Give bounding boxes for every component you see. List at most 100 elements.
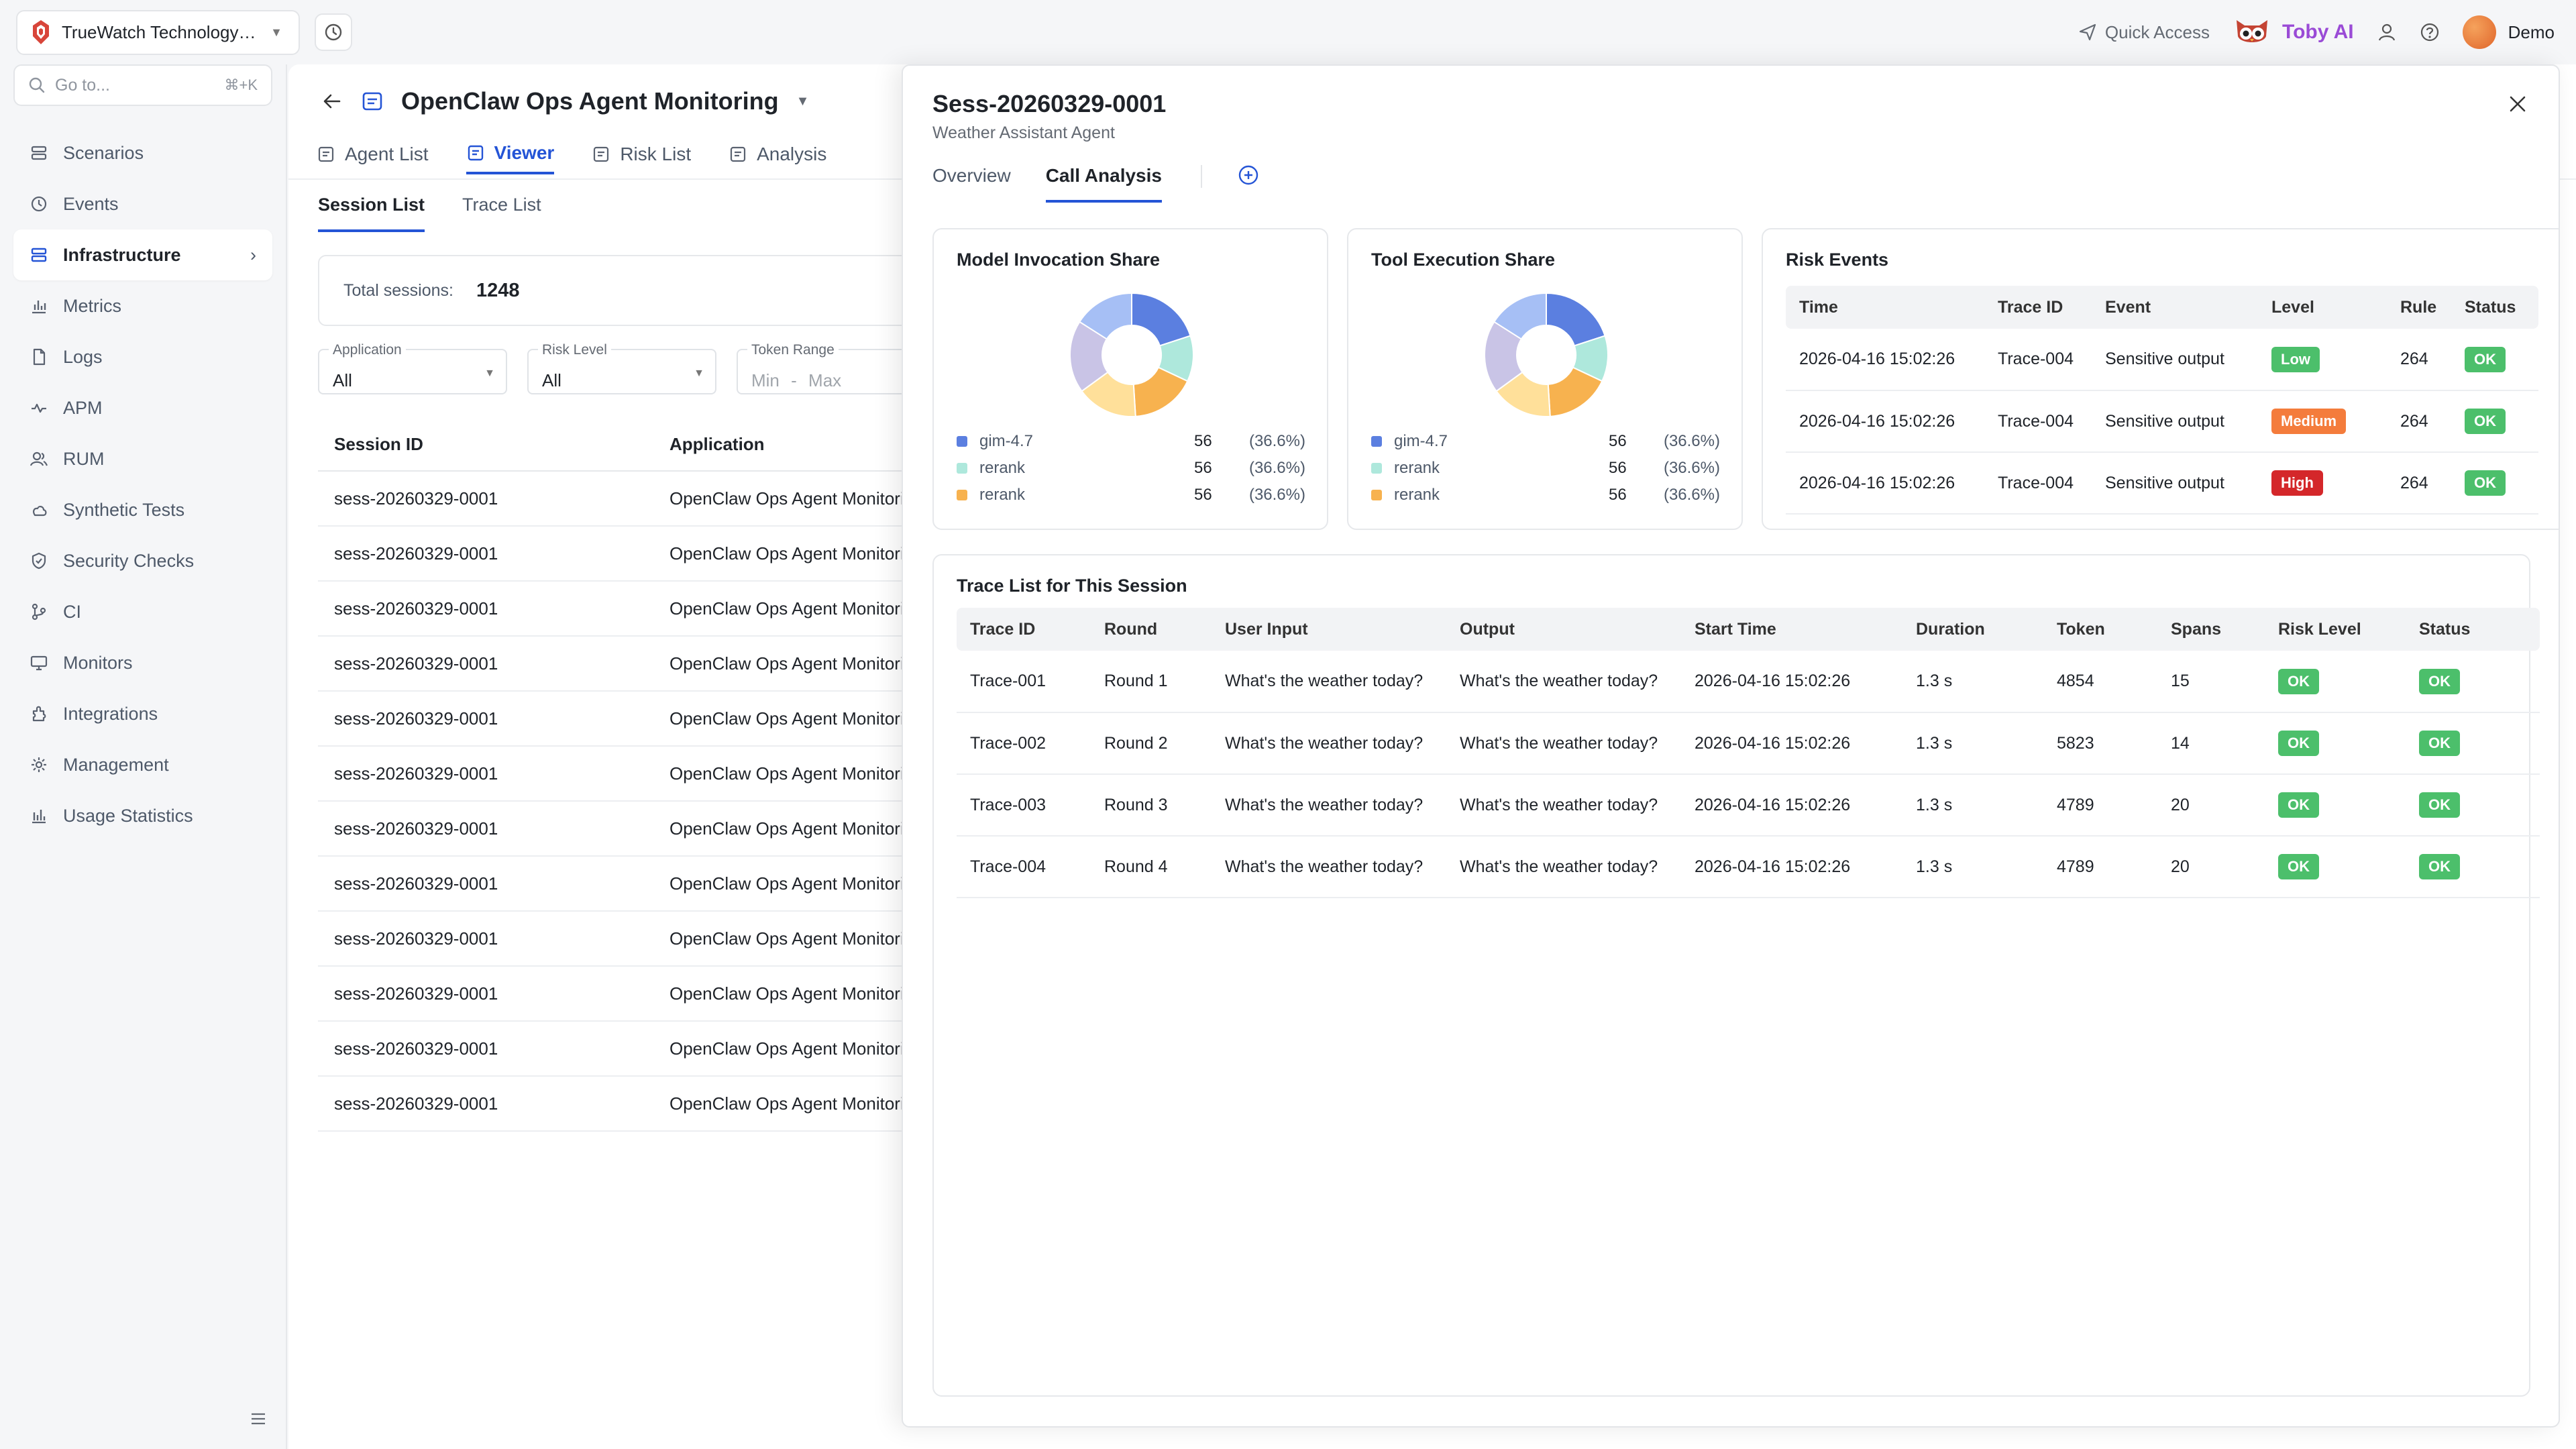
sidebar-item-metrics[interactable]: Metrics <box>13 280 272 331</box>
legend-percent: (36.6%) <box>1248 459 1305 477</box>
search-input[interactable]: Go to... ⌘+K <box>13 64 272 106</box>
legend-name: rerank <box>1394 459 1440 477</box>
level-cell: Medium <box>2258 390 2387 453</box>
legend-item[interactable]: gim-4.7 56 (36.6%) <box>1371 428 1720 455</box>
history-button[interactable] <box>315 13 352 51</box>
workspace-selector[interactable]: TrueWatch Technology Co... ▼ <box>16 9 300 55</box>
risk-level-cell: OK <box>2265 836 2406 898</box>
table-row[interactable]: 2026-04-16 15:02:26 Trace-004 Sensitive ou… <box>1786 390 2538 453</box>
chevron-down-icon: ▼ <box>484 368 495 379</box>
event-cell: Sensitive output <box>2092 329 2258 391</box>
application-filter[interactable]: Application All ▼ <box>318 342 507 394</box>
spans-cell: 14 <box>2157 712 2265 775</box>
status-cell: OK <box>2451 452 2538 515</box>
level-cell: High <box>2258 452 2387 515</box>
chevron-down-icon: ▼ <box>694 368 704 379</box>
column-header-session-id[interactable]: Session ID <box>318 419 653 472</box>
column-header-duration: Duration <box>1902 608 2043 651</box>
main-tabs: Agent List Viewer Risk List Analysis <box>317 134 826 174</box>
legend-item[interactable]: rerank 56 (36.6%) <box>1371 482 1720 508</box>
column-header-time: Time <box>1786 286 1984 329</box>
sidebar-item-security-checks[interactable]: Security Checks <box>13 535 272 586</box>
sidebar-item-integrations[interactable]: Integrations <box>13 688 272 739</box>
ci-icon <box>30 602 48 621</box>
toby-ai-button[interactable]: Toby AI <box>2233 16 2354 48</box>
sidebar-item-synthetic-tests[interactable]: Synthetic Tests <box>13 484 272 535</box>
sidebar-item-usage-statistics[interactable]: Usage Statistics <box>13 790 272 841</box>
quick-access-button[interactable]: Quick Access <box>2078 22 2210 43</box>
column-header-trace-id: Trace ID <box>1984 286 2092 329</box>
sidebar-item-rum[interactable]: RUM <box>13 433 272 484</box>
sidebar-item-apm[interactable]: APM <box>13 382 272 433</box>
legend-item[interactable]: rerank 56 (36.6%) <box>957 455 1305 482</box>
legend-swatch <box>957 436 967 447</box>
column-header-start-time: Start Time <box>1681 608 1902 651</box>
total-sessions-label: Total sessions: <box>343 280 453 300</box>
sidebar-item-logs[interactable]: Logs <box>13 331 272 382</box>
trace-id-cell: Trace-004 <box>957 836 1091 898</box>
level-cell: Low <box>2258 329 2387 391</box>
time-cell: 2026-04-16 15:02:26 <box>1786 329 1984 391</box>
table-row[interactable]: Trace-002 Round 2 What's the weather today… <box>957 712 2540 775</box>
tab-trace-list[interactable]: Trace List <box>462 195 541 232</box>
sidebar-item-management[interactable]: Management <box>13 739 272 790</box>
legend-item[interactable]: gim-4.7 56 (36.6%) <box>957 428 1305 455</box>
donut-slice[interactable] <box>1546 292 1606 347</box>
status-cell: OK <box>2406 836 2540 898</box>
close-icon[interactable] <box>2506 93 2529 115</box>
tab-agent-list[interactable]: Agent List <box>317 134 429 174</box>
legend-item[interactable]: rerank 56 (36.6%) <box>957 482 1305 508</box>
token-range-filter[interactable]: Token Range Min - Max <box>737 342 926 394</box>
token-max-input[interactable]: Max <box>808 370 841 390</box>
sidebar-item-label: Logs <box>63 346 103 367</box>
sidebar-item-infrastructure[interactable]: Infrastructure › <box>13 229 272 280</box>
model-invocation-card: Model Invocation Share gim-4.7 56 (36.6%) r… <box>932 228 1328 530</box>
filter-label: Application <box>329 342 406 358</box>
user-profile-icon[interactable] <box>2377 22 2397 42</box>
sidebar-item-scenarios[interactable]: Scenarios <box>13 127 272 178</box>
collapse-sidebar-icon[interactable] <box>248 1409 268 1429</box>
risk-level-filter[interactable]: Risk Level All ▼ <box>527 342 716 394</box>
session-id-cell: sess-20260329-0001 <box>318 581 653 637</box>
legend-name: rerank <box>979 459 1026 477</box>
title-dropdown-icon[interactable]: ▼ <box>796 94 810 109</box>
tab-risk-list[interactable]: Risk List <box>592 134 691 174</box>
sidebar-item-label: Security Checks <box>63 550 195 571</box>
risk-events-table: Time Trace ID Event Level Rule Status 20… <box>1786 286 2538 515</box>
tab-call-analysis[interactable]: Call Analysis <box>1045 165 1162 203</box>
column-header-output: Output <box>1446 608 1681 651</box>
tab-session-list[interactable]: Session List <box>318 195 425 232</box>
table-row[interactable]: 2026-04-16 15:02:26 Trace-004 Sensitive ou… <box>1786 329 2538 391</box>
table-row[interactable]: 2026-04-16 15:02:26 Trace-004 Sensitive ou… <box>1786 452 2538 515</box>
tab-overview[interactable]: Overview <box>932 165 1011 203</box>
legend-swatch <box>1371 490 1382 500</box>
sidebar-item-ci[interactable]: CI <box>13 586 272 637</box>
tab-viewer[interactable]: Viewer <box>466 134 555 174</box>
back-arrow-icon[interactable] <box>321 90 343 113</box>
user-menu[interactable]: Demo <box>2462 15 2555 49</box>
legend-value: 56 <box>1194 486 1212 504</box>
time-cell: 2026-04-16 15:02:26 <box>1786 390 1984 453</box>
owl-mascot-icon <box>2233 16 2271 48</box>
sidebar-item-label: Monitors <box>63 652 133 673</box>
table-row[interactable]: Trace-001 Round 1 What's the weather today… <box>957 651 2540 713</box>
sidebar-item-monitors[interactable]: Monitors <box>13 637 272 688</box>
risk-level-badge: OK <box>2278 668 2319 694</box>
sidebar-item-events[interactable]: Events <box>13 178 272 229</box>
table-row[interactable]: Trace-003 Round 3 What's the weather today… <box>957 774 2540 837</box>
legend-item[interactable]: rerank 56 (36.6%) <box>1371 455 1720 482</box>
donut-slice[interactable] <box>1131 292 1191 347</box>
table-row[interactable]: Trace-004 Round 4 What's the weather today… <box>957 836 2540 898</box>
legend-percent: (36.6%) <box>1663 459 1720 477</box>
sidebar-nav: Scenarios Events Infrastructure › Metric… <box>0 127 286 841</box>
add-tab-icon[interactable] <box>1237 164 1260 186</box>
filter-value: All <box>333 370 352 390</box>
legend-name: gim-4.7 <box>979 432 1034 450</box>
sidebar-item-label: Integrations <box>63 703 158 724</box>
legend-value: 56 <box>1609 486 1627 504</box>
token-min-input[interactable]: Min <box>751 370 780 390</box>
status-badge: OK <box>2465 346 2506 372</box>
trace-id-cell: Trace-004 <box>1984 390 2092 453</box>
tab-analysis[interactable]: Analysis <box>729 134 826 174</box>
help-icon[interactable] <box>2420 22 2440 42</box>
